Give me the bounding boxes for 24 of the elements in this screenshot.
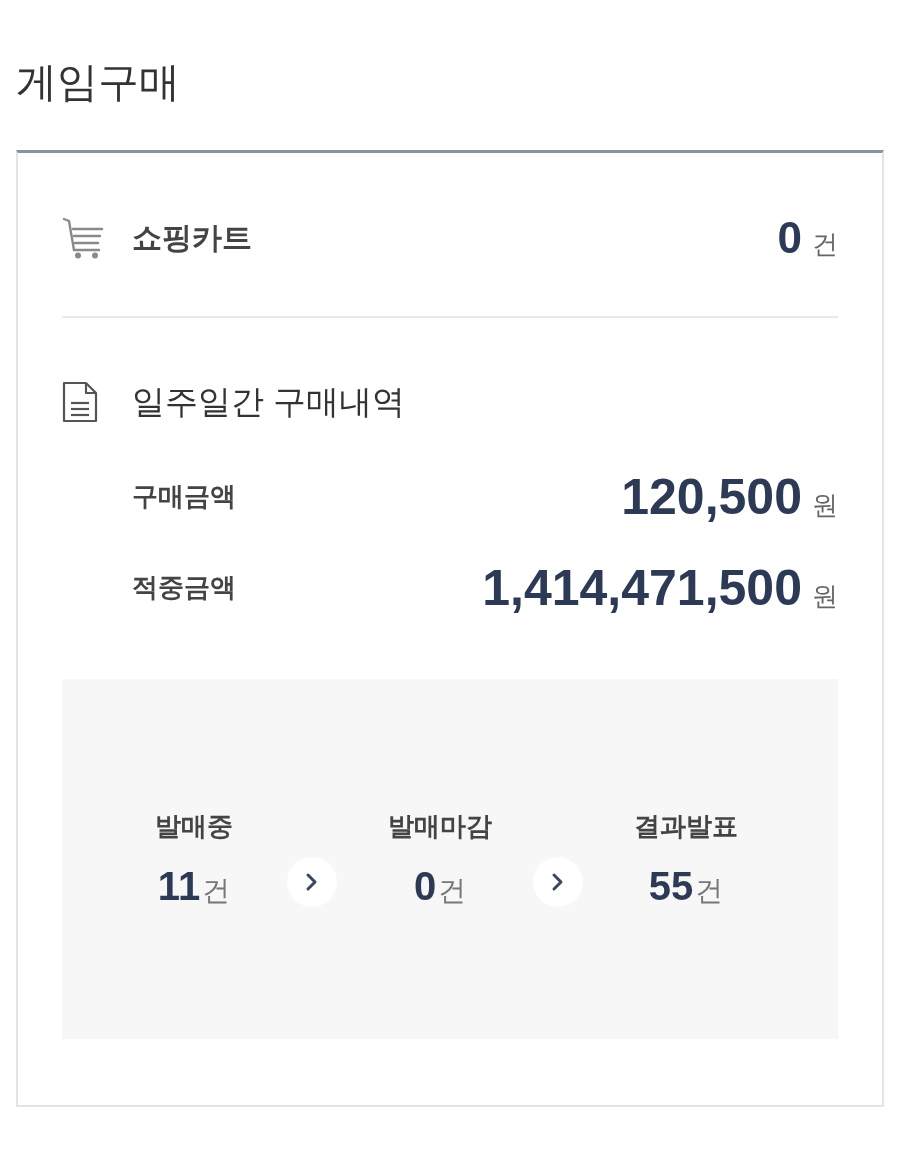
unit-label: 건 — [812, 228, 838, 261]
document-icon — [62, 381, 98, 423]
stage-label: 발매중 — [155, 809, 233, 843]
amount-label: 적중금액 — [132, 571, 236, 604]
stage-label: 결과발표 — [634, 809, 738, 843]
section-title: 게임구매 — [16, 58, 180, 106]
count-unit: 건 — [438, 873, 467, 908]
amount-value: 120,500 — [621, 467, 802, 526]
amount-value: 1,414,471,500 — [482, 558, 802, 617]
cart-label: 쇼핑카트 — [132, 219, 252, 256]
count-unit: 건 — [202, 873, 231, 908]
count-unit: 건 — [695, 873, 724, 908]
amount-label: 구매금액 — [132, 480, 236, 513]
history-title: 일주일간 구매내역 — [132, 381, 406, 422]
stage-count: 0 — [413, 863, 437, 909]
cart-count: 0 — [777, 213, 802, 263]
stage-count: 55 — [648, 863, 694, 909]
stage-count: 11 — [157, 863, 201, 909]
shopping-cart-icon — [62, 216, 104, 260]
stage-label: 발매마감 — [388, 809, 492, 843]
currency-unit: 원 — [812, 488, 838, 522]
chevron-right-icon — [533, 856, 583, 907]
chevron-right-icon — [287, 856, 337, 907]
currency-unit: 원 — [812, 579, 838, 613]
